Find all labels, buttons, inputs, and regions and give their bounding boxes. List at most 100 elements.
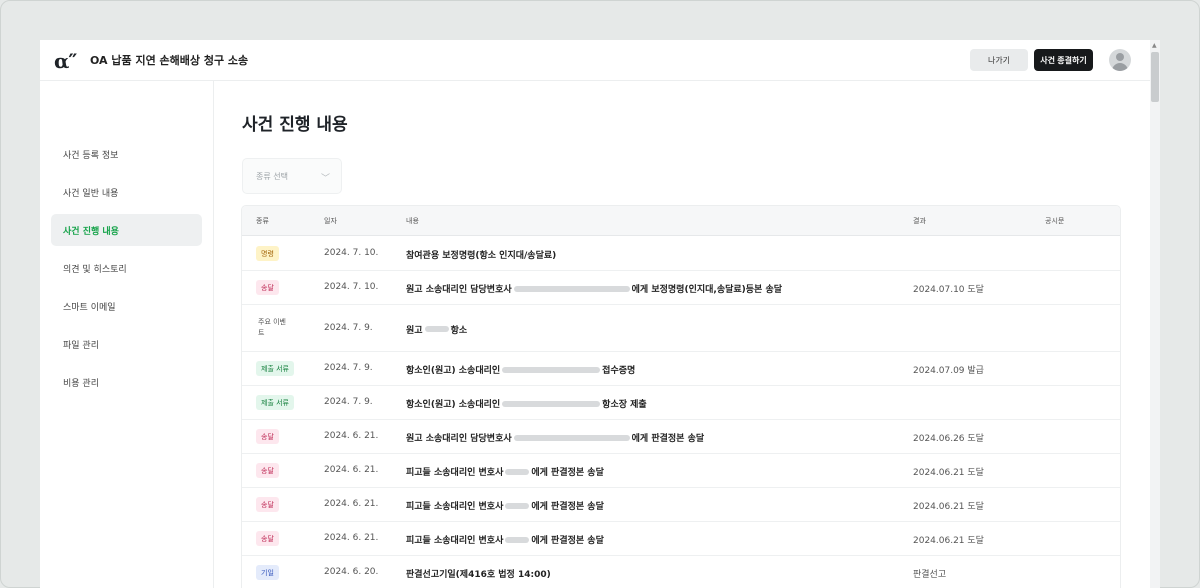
content-text: 원고 소송대리인 담당변호사 [406,434,512,444]
content-cell[interactable]: 피고들 소송대리인 변호사 에게 판결정본 송달 [406,533,604,546]
date-cell: 2024. 7. 9. [324,363,373,373]
sidebar-item-label: 의견 및 히스토리 [63,264,127,275]
type-badge: 주요 이벤트 [258,317,286,337]
table-row[interactable]: 송달 2024. 6. 21. 피고들 소송대리인 변호사 에게 판결정본 송달 202… [242,488,1120,522]
content-text: 참여관용 보정명령(항소 인지대/송달료) [406,251,557,261]
type-badge: 기일 [256,565,279,580]
app-logo[interactable]: α″ [54,49,77,73]
content-text-suffix: 항소 [450,325,468,336]
table-row[interactable]: 송달 2024. 6. 21. 피고들 소송대리인 변호사 에게 판결정본 송달 202… [242,454,1120,488]
date-cell: 2024. 6. 20. [324,567,379,577]
chevron-down-icon: ﹀ [321,174,331,184]
top-header: α″ OA 납품 지연 손해배상 청구 소송 나가기 사건 종결하기 [40,40,1150,81]
content-text: 항소인(원고) 소송대리인 [406,366,501,376]
sidebar-item-case-progress[interactable]: 사건 진행 내용 [51,214,202,246]
page-title: 사건 진행 내용 [242,115,348,135]
table-row[interactable]: 송달 2024. 6. 21. 원고 소송대리인 담당변호사 에게 판결정본 송달 20… [242,420,1120,454]
result-cell: 2024.06.21 도달 [913,468,984,478]
date-cell: 2024. 6. 21. [324,465,379,475]
result-cell: 2024.07.09 발급 [913,366,984,376]
content-cell[interactable]: 참여관용 보정명령(항소 인지대/송달료) [406,248,556,261]
redacted-name [424,326,449,332]
column-header-notice[interactable]: 공시문 [1045,216,1064,226]
scrollbar-thumb[interactable] [1151,52,1159,102]
scroll-up-arrow-icon[interactable]: ▲ [1152,42,1157,49]
vertical-scrollbar[interactable]: ▲ [1150,40,1160,588]
sidebar-item-label: 사건 진행 내용 [63,226,119,237]
redacted-name [502,400,601,407]
sidebar-item-file-management[interactable]: 파일 관리 [51,328,202,360]
result-cell: 판결선고 [913,570,947,580]
sidebar-item-label: 스마트 이메일 [63,302,116,313]
app-window: α″ OA 납품 지연 손해배상 청구 소송 나가기 사건 종결하기 ▲ 사건 … [40,40,1160,588]
content-cell[interactable]: 원고 항소 [406,323,467,336]
result-cell: 2024.06.21 도달 [913,502,984,512]
sidebar-item-label: 사건 등록 정보 [63,150,119,161]
column-header-content[interactable]: 내용 [406,216,419,226]
sidebar-item-case-general[interactable]: 사건 일반 내용 [51,176,202,208]
column-header-result[interactable]: 결과 [913,216,926,226]
table-header: 종류 일자 내용 결과 공시문 [242,206,1120,236]
content-text: 피고들 소송대리인 변호사 [406,468,504,478]
content-text-suffix: 에게 판결정본 송달 [531,536,604,546]
redacted-name [502,366,601,373]
date-cell: 2024. 6. 21. [324,533,379,543]
result-cell: 2024.06.21 도달 [913,536,984,546]
type-badge: 송달 [256,497,279,512]
date-cell: 2024. 7. 9. [324,322,373,333]
table-row[interactable]: 기일 2024. 6. 20. 판결선고기일(제416호 법정 14:00) 판결선고 [242,556,1120,588]
type-badge: 송달 [256,531,279,546]
date-cell: 2024. 7. 10. [324,248,379,258]
content-cell[interactable]: 피고들 소송대리인 변호사 에게 판결정본 송달 [406,499,604,512]
content-text-suffix: 에게 판결정본 송달 [631,434,705,444]
content-text: 원고 [406,325,423,336]
table-row[interactable]: 제출 서류 2024. 7. 9. 항소인(원고) 소송대리인 접수증명 2024.0… [242,352,1120,386]
type-badge: 송달 [256,429,279,444]
content-cell[interactable]: 원고 소송대리인 담당변호사 에게 판결정본 송달 [406,431,704,444]
content-text-suffix: 접수증명 [602,366,636,376]
type-select-placeholder: 종류 선택 [256,171,288,181]
type-badge: 송달 [256,280,279,295]
content-cell[interactable]: 원고 소송대리인 담당변호사 에게 보정명령(인지대,송달료)등본 송달 [406,282,782,295]
result-cell: 2024.07.10 도달 [913,285,984,295]
sidebar-item-cost-management[interactable]: 비용 관리 [51,366,202,398]
table-row[interactable]: 송달 2024. 6. 21. 피고들 소송대리인 변호사 에게 판결정본 송달 202… [242,522,1120,556]
type-badge: 제출 서류 [256,361,294,376]
table-row[interactable]: 제출 서류 2024. 7. 9. 항소인(원고) 소송대리인 항소장 제출 [242,386,1120,420]
content-text: 원고 소송대리인 담당변호사 [406,285,512,295]
column-header-date[interactable]: 일자 [324,216,337,226]
table-row[interactable]: 송달 2024. 7. 10. 원고 소송대리인 담당변호사 에게 보정명령(인지대,… [242,271,1120,305]
sidebar-item-case-registration[interactable]: 사건 등록 정보 [51,138,202,170]
sidebar-item-label: 비용 관리 [63,378,99,389]
sidebar-item-smart-email[interactable]: 스마트 이메일 [51,290,202,322]
date-cell: 2024. 6. 21. [324,431,379,441]
content-text: 항소인(원고) 소송대리인 [406,400,501,410]
exit-button[interactable]: 나가기 [970,49,1028,71]
content-cell[interactable]: 항소인(원고) 소송대리인 항소장 제출 [406,397,647,410]
content-cell[interactable]: 판결선고기일(제416호 법정 14:00) [406,567,551,580]
redacted-name [505,536,530,543]
date-cell: 2024. 7. 9. [324,397,373,407]
content-text-suffix: 에게 판결정본 송달 [531,468,604,478]
close-case-button[interactable]: 사건 종결하기 [1034,49,1093,71]
date-cell: 2024. 6. 21. [324,499,379,509]
sidebar-item-label: 사건 일반 내용 [63,188,119,199]
user-avatar-icon[interactable] [1109,49,1131,71]
type-select[interactable]: 종류 선택 ﹀ [242,158,342,194]
table-row[interactable]: 명령 2024. 7. 10. 참여관용 보정명령(항소 인지대/송달료) [242,237,1120,271]
redacted-name [505,502,530,509]
sidebar-item-label: 파일 관리 [63,340,99,351]
content-text-suffix: 항소장 제출 [602,400,647,410]
column-header-type[interactable]: 종류 [256,216,269,226]
table-row[interactable]: 주요 이벤트 2024. 7. 9. 원고 항소 [242,305,1120,352]
redacted-name [513,434,630,441]
type-badge: 제출 서류 [256,395,294,410]
redacted-name [505,468,530,475]
date-cell: 2024. 7. 10. [324,282,379,292]
content-cell[interactable]: 항소인(원고) 소송대리인 접수증명 [406,363,635,376]
sidebar: 사건 등록 정보 사건 일반 내용 사건 진행 내용 의견 및 히스토리 스마트… [40,81,214,588]
sidebar-item-opinion-history[interactable]: 의견 및 히스토리 [51,252,202,284]
result-cell: 2024.06.26 도달 [913,434,984,444]
content-cell[interactable]: 피고들 소송대리인 변호사 에게 판결정본 송달 [406,465,604,478]
content-text-suffix: 에게 보정명령(인지대,송달료)등본 송달 [631,285,783,295]
